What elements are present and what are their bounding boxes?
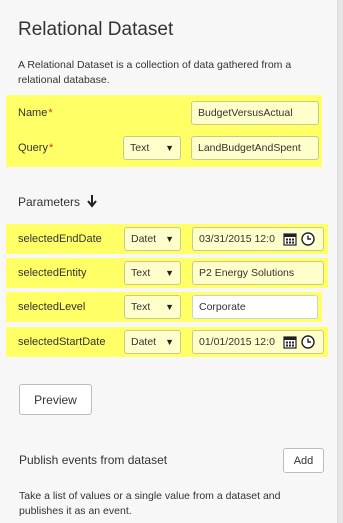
query-label: Query*: [18, 142, 53, 154]
parameters-heading: Parameters: [18, 194, 99, 209]
calendar-icon[interactable]: [283, 232, 297, 246]
parameter-type-select[interactable]: Datet ▼: [124, 330, 181, 354]
publish-description: Take a list of values or a single value …: [19, 490, 281, 517]
parameter-text-input[interactable]: P2 Energy Solutions: [192, 261, 324, 285]
parameter-type-select[interactable]: Text ▼: [124, 261, 181, 285]
add-button[interactable]: Add: [283, 448, 324, 473]
preview-button[interactable]: Preview: [19, 384, 92, 415]
parameter-name: selectedEndDate: [18, 233, 102, 245]
query-required-mark: *: [48, 142, 54, 154]
name-required-mark: *: [48, 107, 53, 119]
scrollbar[interactable]: [337, 0, 343, 523]
dataset-panel: Relational Dataset A Relational Dataset …: [0, 0, 337, 523]
name-label: Name*: [18, 107, 53, 119]
publish-heading: Publish events from dataset: [19, 453, 168, 467]
down-arrow-icon[interactable]: [85, 194, 99, 208]
calendar-icon[interactable]: [283, 335, 297, 349]
query-type-select[interactable]: Text ▼: [123, 136, 181, 160]
caret-down-icon: ▼: [165, 234, 174, 244]
name-label-text: Name: [18, 107, 48, 119]
parameter-type-value: Datet: [131, 233, 157, 245]
clock-icon[interactable]: [301, 335, 315, 349]
parameter-text-input[interactable]: Corporate: [192, 295, 318, 319]
caret-down-icon: ▼: [165, 337, 174, 347]
query-label-text: Query: [18, 142, 48, 154]
parameter-datetime-input[interactable]: 03/31/2015 12:0: [192, 227, 324, 251]
parameter-name: selectedLevel: [18, 301, 86, 313]
parameter-type-value: Text: [131, 301, 151, 313]
clock-icon[interactable]: [301, 232, 315, 246]
name-input[interactable]: BudgetVersusActual: [191, 101, 319, 125]
query-type-value: Text: [130, 142, 150, 154]
parameter-type-select[interactable]: Datet ▼: [124, 227, 181, 251]
parameter-name: selectedStartDate: [18, 336, 106, 348]
parameter-type-select[interactable]: Text ▼: [124, 295, 181, 319]
parameters-heading-text: Parameters: [18, 195, 81, 209]
parameter-type-value: Text: [131, 267, 151, 279]
caret-down-icon: ▼: [165, 268, 174, 278]
parameter-value: 03/31/2015 12:0: [199, 233, 275, 245]
page-description: A Relational Dataset is a collection of …: [18, 59, 292, 86]
parameter-name: selectedEntity: [18, 267, 87, 279]
parameter-value: 01/01/2015 12:0: [199, 336, 275, 348]
page-title: Relational Dataset: [18, 19, 174, 40]
caret-down-icon: ▼: [165, 143, 174, 153]
parameter-datetime-input[interactable]: 01/01/2015 12:0: [192, 330, 324, 354]
parameter-type-value: Datet: [131, 336, 157, 348]
caret-down-icon: ▼: [165, 302, 174, 312]
query-input[interactable]: LandBudgetAndSpent: [191, 136, 319, 160]
